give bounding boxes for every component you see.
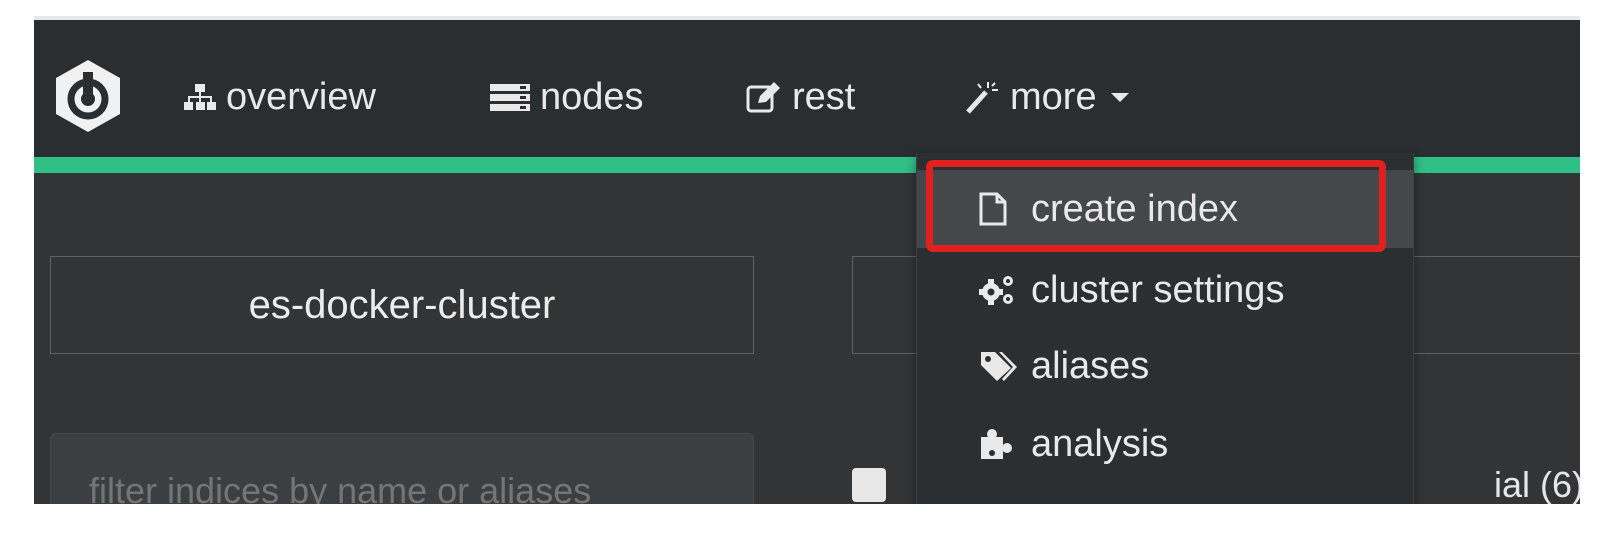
menu-item-analysis[interactable]: analysis [917, 405, 1413, 483]
nav-nodes-label: nodes [540, 75, 644, 118]
server-icon [490, 84, 530, 111]
more-dropdown-menu: create index cluster settings aliases an… [916, 153, 1414, 504]
cogs-icon [979, 276, 1013, 305]
nav-more[interactable]: more [964, 72, 1139, 122]
edit-icon [746, 82, 780, 113]
nav-more-label: more [1010, 75, 1097, 118]
nav-rest-label: rest [792, 75, 856, 118]
caret-down-icon [1110, 93, 1129, 102]
logo-icon[interactable] [50, 58, 126, 134]
select-all-checkbox[interactable] [852, 468, 886, 502]
menu-item-label: cluster settings [1031, 268, 1285, 311]
puzzle-icon [981, 429, 1012, 459]
nav-rest[interactable]: rest [746, 72, 855, 122]
tags-icon [981, 352, 1017, 381]
menu-item-cluster-settings[interactable]: cluster settings [917, 251, 1413, 329]
nav-overview[interactable]: overview [184, 72, 376, 122]
index-count-text: ial (6) [1494, 464, 1580, 504]
cluster-name: es-docker-cluster [248, 282, 556, 327]
app-window: overview nodes rest more es-docker-clust… [34, 16, 1580, 504]
cluster-name-box: es-docker-cluster [50, 256, 754, 354]
nav-overview-label: overview [226, 75, 376, 118]
menu-item-label: create index [1031, 187, 1239, 230]
menu-item-create-index[interactable]: create index [917, 170, 1413, 248]
filter-input[interactable] [50, 433, 754, 504]
navbar: overview nodes rest more [34, 20, 1580, 157]
menu-item-aliases[interactable]: aliases [917, 327, 1413, 405]
nav-nodes[interactable]: nodes [490, 72, 644, 122]
magic-wand-icon [966, 82, 998, 114]
file-icon [979, 192, 1007, 226]
sitemap-icon [184, 84, 216, 110]
